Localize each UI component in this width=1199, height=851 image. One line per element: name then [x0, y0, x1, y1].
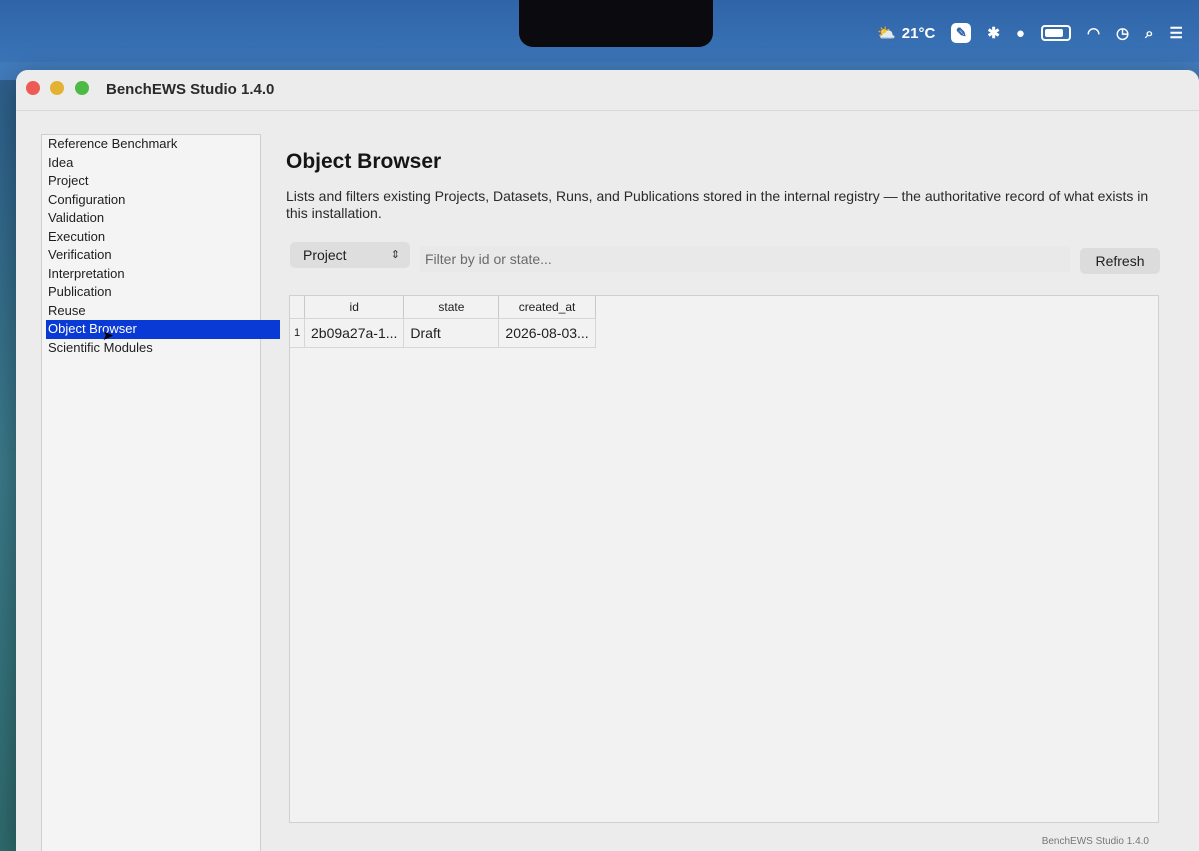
- sidebar-item-interpretation[interactable]: Interpretation: [42, 265, 260, 284]
- close-window-button[interactable]: [26, 81, 40, 95]
- refresh-button[interactable]: Refresh: [1080, 248, 1160, 274]
- row-number: 1: [290, 318, 305, 348]
- column-header-created-at[interactable]: created_at: [498, 296, 596, 319]
- window-title: BenchEWS Studio 1.4.0: [106, 81, 275, 98]
- sidebar-item-object-browser[interactable]: Object Browser: [46, 320, 280, 339]
- cell-created-at[interactable]: 2026-08-03...: [498, 318, 596, 348]
- objects-table: id state created_at 1 2b09a27a-1... Draf…: [289, 295, 1159, 823]
- control-center-icon[interactable]: ☰: [1170, 22, 1183, 44]
- app-status-icon[interactable]: ✎: [951, 22, 972, 44]
- main-content: Object Browser Lists and filters existin…: [286, 150, 1176, 222]
- weather-temperature: 21°C: [901, 24, 936, 42]
- chevron-up-down-icon: ⇕: [390, 249, 400, 261]
- column-header-state[interactable]: state: [403, 296, 500, 319]
- zoom-window-button[interactable]: [75, 81, 89, 95]
- page-description: Lists and filters existing Projects, Dat…: [286, 188, 1149, 221]
- sidebar: Reference Benchmark Idea Project Configu…: [41, 134, 280, 851]
- user-icon[interactable]: ●: [1016, 22, 1025, 44]
- search-icon[interactable]: ⌕: [1145, 22, 1153, 44]
- wifi-icon[interactable]: ◠: [1087, 22, 1100, 44]
- object-type-value: Project: [303, 247, 347, 263]
- title-bar: BenchEWS Studio 1.4.0: [16, 70, 1199, 111]
- sidebar-item-reuse[interactable]: Reuse: [42, 302, 260, 321]
- column-header-id[interactable]: id: [304, 296, 405, 319]
- cell-id[interactable]: 2b09a27a-1...: [304, 318, 405, 348]
- filter-input[interactable]: [420, 246, 1070, 272]
- sidebar-item-verification[interactable]: Verification: [42, 246, 260, 265]
- battery-icon[interactable]: [1040, 22, 1071, 44]
- camera-notch: [519, 0, 713, 47]
- app-window: BenchEWS Studio 1.4.0 Reference Benchmar…: [16, 70, 1199, 851]
- sidebar-item-validation[interactable]: Validation: [42, 209, 260, 228]
- mouse-pointer-icon: ➤: [102, 327, 114, 343]
- filter-toolbar: Project ⇕ Refresh: [290, 242, 1170, 274]
- sidebar-item-idea[interactable]: Idea: [42, 154, 260, 173]
- sidebar-item-publication[interactable]: Publication: [42, 283, 260, 302]
- sidebar-item-scientific-modules[interactable]: Scientific Modules: [42, 339, 260, 358]
- minimize-window-button[interactable]: [50, 81, 64, 95]
- page-title: Object Browser: [286, 150, 442, 173]
- sidebar-item-reference-benchmark[interactable]: Reference Benchmark: [42, 135, 260, 154]
- weather-widget[interactable]: ⛅ 21°C: [877, 22, 935, 44]
- objects-grid: id state created_at 1 2b09a27a-1... Draf…: [290, 296, 596, 348]
- row-number-header: [290, 296, 305, 319]
- object-type-select[interactable]: Project ⇕: [290, 242, 410, 268]
- sidebar-item-project[interactable]: Project: [42, 172, 260, 191]
- table-header-row: id state created_at: [290, 296, 596, 319]
- table-row[interactable]: 1 2b09a27a-1... Draft 2026-08-03...: [290, 318, 596, 348]
- bluetooth-icon[interactable]: ✱: [987, 22, 1000, 44]
- weather-icon: ⛅: [877, 25, 896, 42]
- sidebar-item-configuration[interactable]: Configuration: [42, 191, 260, 210]
- status-items: ⛅ 21°C ✎ ✱ ● ◠ ◷ ⌕ ☰: [877, 22, 1199, 44]
- sidebar-item-execution[interactable]: Execution: [42, 228, 260, 247]
- menu-bar: ⛅ 21°C ✎ ✱ ● ◠ ◷ ⌕ ☰: [0, 0, 1199, 62]
- cell-state[interactable]: Draft: [403, 318, 500, 348]
- time-machine-icon[interactable]: ◷: [1116, 22, 1129, 44]
- footer-version: BenchEWS Studio 1.4.0: [1041, 836, 1149, 847]
